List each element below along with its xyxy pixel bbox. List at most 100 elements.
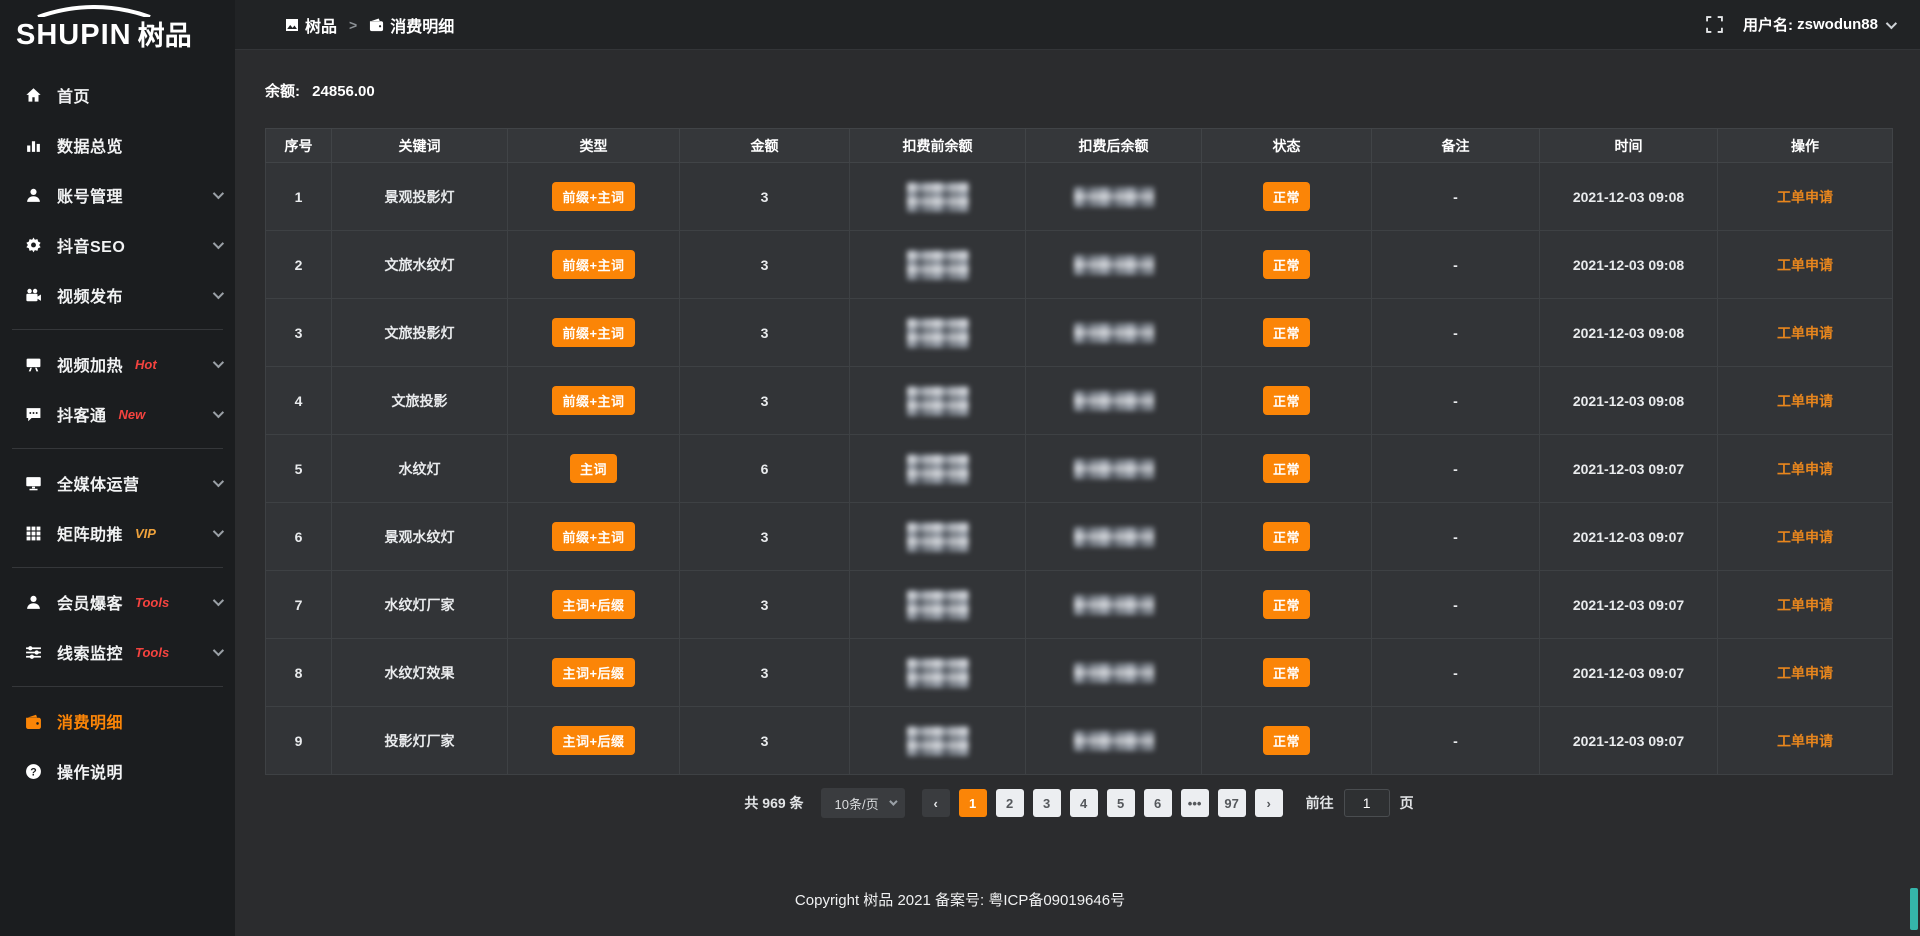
footer: Copyright 树品 2021 备案号: 粤ICP备09019646号 bbox=[0, 889, 1920, 910]
fullscreen-icon[interactable] bbox=[1706, 16, 1723, 33]
sidebar-nav: 首页 数据总览 账号管理 抖音SEO 视频发布 视频加热 Hot bbox=[0, 56, 235, 796]
type-badge: 前缀+主词 bbox=[552, 522, 634, 551]
sidebar-item-consumption-detail[interactable]: 消费明细 bbox=[0, 696, 235, 746]
sidebar-item-video-heat[interactable]: 视频加热 Hot bbox=[0, 339, 235, 389]
sidebar-item-douyin-seo[interactable]: 抖音SEO bbox=[0, 220, 235, 270]
chevron-down-icon bbox=[213, 595, 224, 606]
cell-type: 主词+后缀 bbox=[508, 707, 680, 775]
cell-time: 2021-12-03 09:08 bbox=[1540, 163, 1718, 231]
cell-keyword: 文旅水纹灯 bbox=[332, 231, 508, 299]
page-button[interactable]: 3 bbox=[1033, 789, 1061, 817]
breadcrumb: 树品 > 消费明细 bbox=[285, 13, 454, 37]
work-order-link[interactable]: 工单申请 bbox=[1777, 665, 1833, 681]
page-button[interactable]: ••• bbox=[1181, 789, 1209, 817]
billboard-icon bbox=[25, 356, 43, 373]
sidebar-item-data-overview[interactable]: 数据总览 bbox=[0, 120, 235, 170]
page-button[interactable]: 4 bbox=[1070, 789, 1098, 817]
copyright-text: Copyright 树品 2021 备案号: 粤ICP备09019646号 bbox=[795, 892, 1125, 909]
page-button[interactable]: 97 bbox=[1218, 789, 1246, 817]
sidebar-item-account-mgmt[interactable]: 账号管理 bbox=[0, 170, 235, 220]
cell-balance-before bbox=[850, 163, 1026, 231]
cell-amount: 3 bbox=[680, 639, 850, 707]
sidebar-item-home[interactable]: 首页 bbox=[0, 70, 235, 120]
status-badge: 正常 bbox=[1263, 726, 1310, 755]
status-badge: 正常 bbox=[1263, 386, 1310, 415]
chevron-down-icon bbox=[213, 357, 224, 368]
page-size-value: 10条/页 bbox=[835, 794, 879, 813]
cell-keyword: 景观投影灯 bbox=[332, 163, 508, 231]
chevron-down-icon bbox=[213, 476, 224, 487]
breadcrumb-home[interactable]: 树品 bbox=[285, 13, 337, 37]
work-order-link[interactable]: 工单申请 bbox=[1777, 733, 1833, 749]
cell-type: 前缀+主词 bbox=[508, 299, 680, 367]
next-page-button[interactable]: › bbox=[1255, 789, 1283, 817]
col-status: 状态 bbox=[1202, 129, 1372, 163]
cell-amount: 3 bbox=[680, 299, 850, 367]
breadcrumb-current[interactable]: 消费明细 bbox=[369, 13, 454, 37]
page-button[interactable]: 6 bbox=[1144, 789, 1172, 817]
page-button[interactable]: 2 bbox=[996, 789, 1024, 817]
cell-index: 3 bbox=[266, 299, 332, 367]
cell-balance-after bbox=[1026, 367, 1202, 435]
side-widget[interactable] bbox=[1910, 888, 1918, 930]
sidebar-item-matrix-boost[interactable]: 矩阵助推 VIP bbox=[0, 508, 235, 558]
type-badge: 前缀+主词 bbox=[552, 386, 634, 415]
cell-keyword: 文旅投影灯 bbox=[332, 299, 508, 367]
user-menu[interactable]: 用户名: zswodun88 bbox=[1743, 14, 1894, 35]
cell-time: 2021-12-03 09:07 bbox=[1540, 707, 1718, 775]
cell-status: 正常 bbox=[1202, 639, 1372, 707]
video-camera-icon bbox=[25, 287, 43, 304]
work-order-link[interactable]: 工单申请 bbox=[1777, 189, 1833, 205]
cell-balance-after bbox=[1026, 299, 1202, 367]
work-order-link[interactable]: 工单申请 bbox=[1777, 393, 1833, 409]
work-order-link[interactable]: 工单申请 bbox=[1777, 325, 1833, 341]
wallet-icon bbox=[25, 713, 43, 730]
goto-page-input[interactable] bbox=[1344, 789, 1390, 817]
page-button[interactable]: 1 bbox=[959, 789, 987, 817]
sidebar-item-clue-monitor[interactable]: 线索监控 Tools bbox=[0, 627, 235, 677]
sidebar-item-instructions[interactable]: ? 操作说明 bbox=[0, 746, 235, 796]
sidebar-divider bbox=[12, 329, 223, 330]
cell-status: 正常 bbox=[1202, 299, 1372, 367]
censored-balance-before bbox=[907, 658, 969, 688]
cell-balance-before bbox=[850, 435, 1026, 503]
cell-type: 前缀+主词 bbox=[508, 231, 680, 299]
goto-page: 前往 页 bbox=[1306, 789, 1414, 817]
work-order-link[interactable]: 工单申请 bbox=[1777, 257, 1833, 273]
status-badge: 正常 bbox=[1263, 318, 1310, 347]
sidebar-item-member-baoke[interactable]: 会员爆客 Tools bbox=[0, 577, 235, 627]
table-row: 7 水纹灯厂家 主词+后缀 3 正常 - 2021-12-03 09:07 工单… bbox=[266, 571, 1893, 639]
prev-page-button[interactable]: ‹ bbox=[922, 789, 950, 817]
monitor-icon bbox=[25, 475, 43, 492]
page-button[interactable]: 5 bbox=[1107, 789, 1135, 817]
censored-balance-after bbox=[1074, 187, 1154, 207]
sidebar-item-all-media[interactable]: 全媒体运营 bbox=[0, 458, 235, 508]
cell-amount: 3 bbox=[680, 707, 850, 775]
censored-balance-before bbox=[907, 250, 969, 280]
work-order-link[interactable]: 工单申请 bbox=[1777, 461, 1833, 477]
page-size-select[interactable]: 10条/页 bbox=[821, 788, 905, 818]
cell-type: 主词+后缀 bbox=[508, 639, 680, 707]
cell-remark: - bbox=[1372, 163, 1540, 231]
work-order-link[interactable]: 工单申请 bbox=[1777, 529, 1833, 545]
cell-amount: 3 bbox=[680, 503, 850, 571]
chevron-down-icon bbox=[213, 188, 224, 199]
chevron-down-icon bbox=[213, 288, 224, 299]
censored-balance-before bbox=[907, 454, 969, 484]
cell-balance-after bbox=[1026, 503, 1202, 571]
sidebar-item-douketong[interactable]: 抖客通 New bbox=[0, 389, 235, 439]
balance-label: 余额: bbox=[265, 83, 300, 100]
work-order-link[interactable]: 工单申请 bbox=[1777, 597, 1833, 613]
cell-remark: - bbox=[1372, 299, 1540, 367]
col-balance-before: 扣费前余额 bbox=[850, 129, 1026, 163]
table-header-row: 序号 关键词 类型 金额 扣费前余额 扣费后余额 状态 备注 时间 操作 bbox=[266, 129, 1893, 163]
wallet-icon bbox=[369, 17, 384, 32]
cell-type: 前缀+主词 bbox=[508, 163, 680, 231]
tools-badge: Tools bbox=[135, 645, 169, 660]
censored-balance-before bbox=[907, 182, 969, 212]
total-count: 共 969 条 bbox=[744, 793, 803, 813]
pagination: 共 969 条 10条/页 ‹ 1 2 3 4 5 6 ••• 97 › 前往 … bbox=[265, 788, 1893, 818]
col-keyword: 关键词 bbox=[332, 129, 508, 163]
sidebar-item-video-publish[interactable]: 视频发布 bbox=[0, 270, 235, 320]
cell-status: 正常 bbox=[1202, 231, 1372, 299]
